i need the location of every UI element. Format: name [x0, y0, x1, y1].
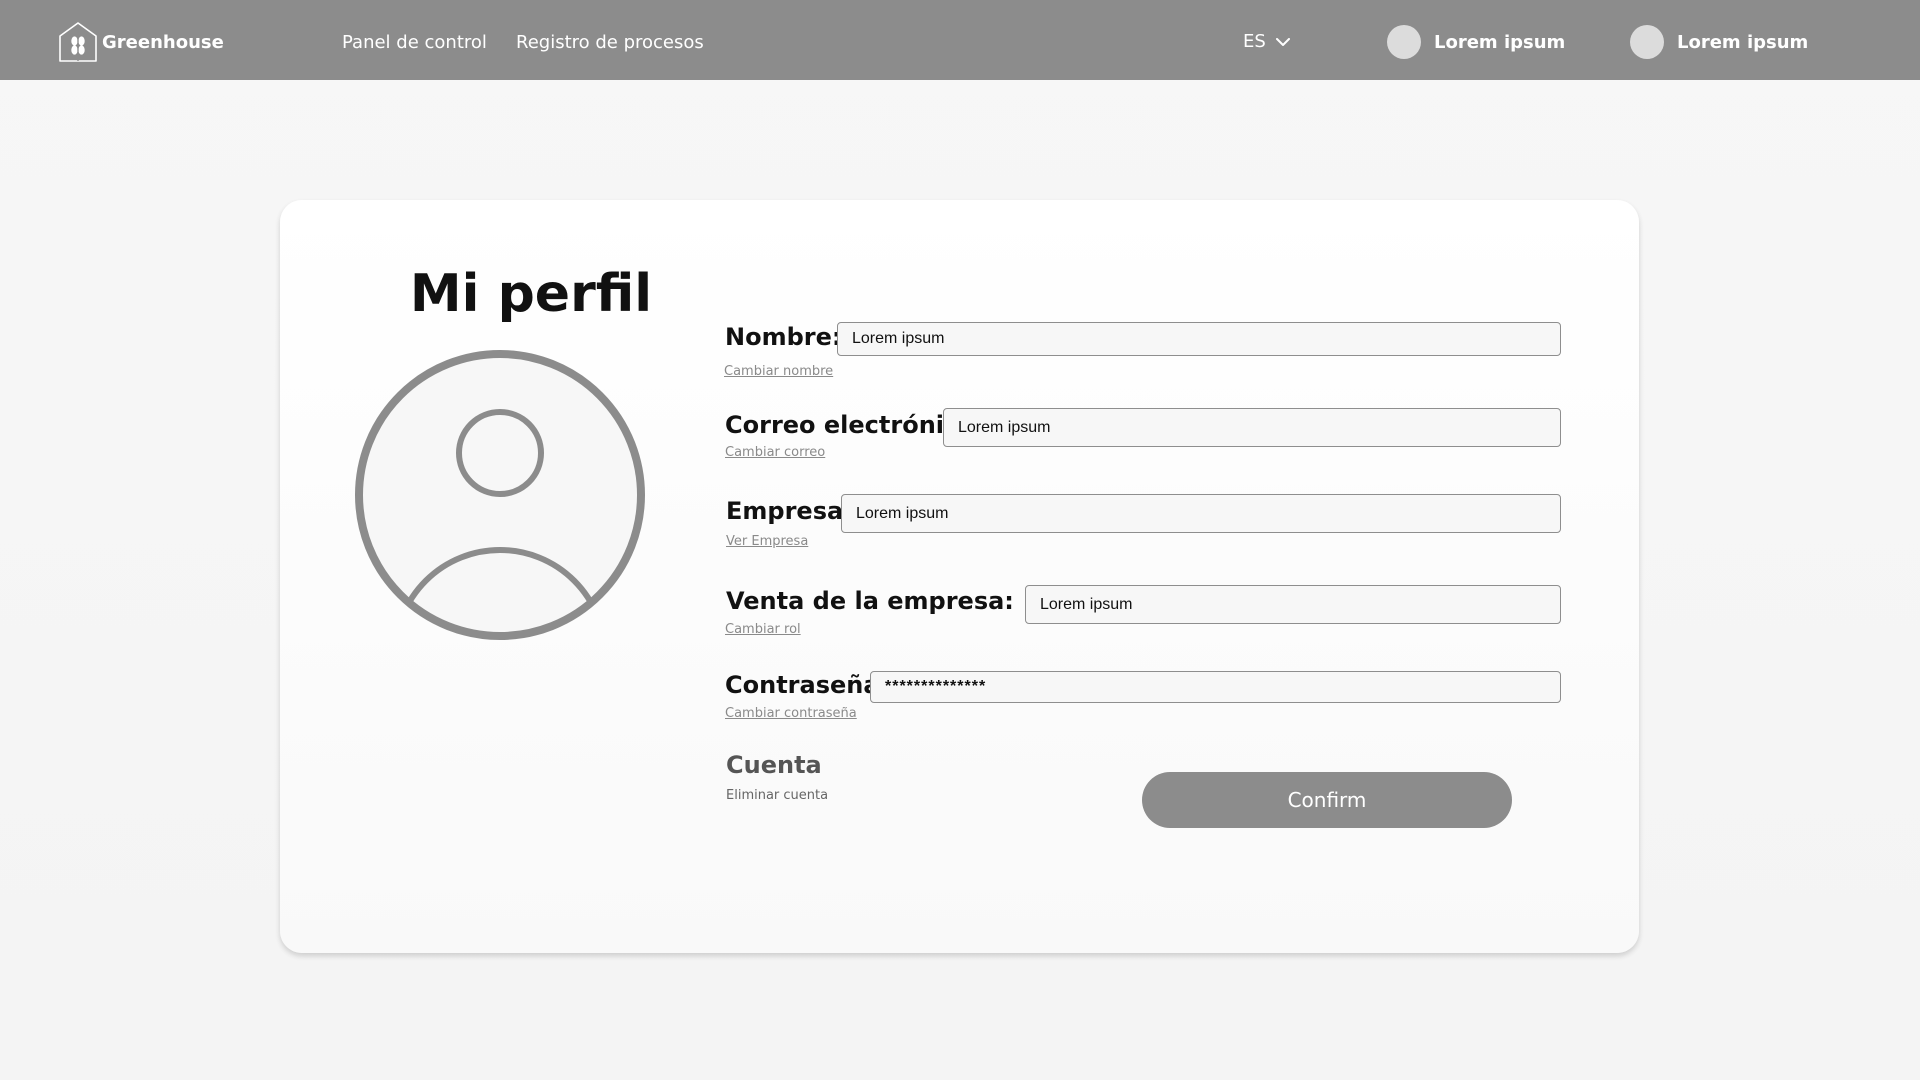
- profile-card: Mi perfil Nombre: Cambiar nombre Correo …: [280, 200, 1639, 953]
- account-section-title: Cuenta: [726, 751, 822, 779]
- greenhouse-logo-icon[interactable]: [58, 21, 98, 63]
- nav-item-registro-de-procesos[interactable]: Registro de procesos: [516, 32, 704, 54]
- nav-item-panel-de-control[interactable]: Panel de control: [342, 32, 487, 54]
- company-sales-field[interactable]: [1025, 585, 1561, 624]
- user-avatar-icon: [355, 350, 645, 640]
- user-menu-1[interactable]: Lorem ipsum: [1387, 25, 1565, 59]
- language-label: ES: [1243, 31, 1266, 52]
- user-name: Lorem ipsum: [1677, 31, 1809, 53]
- user-name: Lorem ipsum: [1434, 31, 1566, 53]
- company-sales-label: Venta de la empresa:: [726, 587, 1014, 615]
- delete-account-link[interactable]: Eliminar cuenta: [726, 788, 828, 804]
- chevron-down-icon: [1275, 37, 1290, 46]
- change-email-link[interactable]: Cambiar correo: [725, 445, 825, 461]
- app-name: Greenhouse: [102, 32, 224, 53]
- password-field[interactable]: [870, 671, 1561, 703]
- company-field[interactable]: [841, 494, 1561, 533]
- avatar: [1387, 25, 1421, 59]
- change-password-link[interactable]: Cambiar contraseña: [725, 706, 857, 722]
- confirm-button[interactable]: Confirm: [1142, 772, 1512, 828]
- user-menu-2[interactable]: Lorem ipsum: [1630, 25, 1808, 59]
- change-name-link[interactable]: Cambiar nombre: [724, 364, 833, 380]
- change-role-link[interactable]: Cambiar rol: [725, 622, 801, 638]
- company-label: Empresa:: [726, 497, 853, 525]
- email-field[interactable]: [943, 408, 1561, 447]
- name-label: Nombre:: [725, 323, 842, 351]
- password-label: Contraseña:: [725, 671, 890, 699]
- avatar: [1630, 25, 1664, 59]
- top-navigation-bar: Greenhouse Panel de control Registro de …: [0, 0, 1920, 80]
- view-company-link[interactable]: Ver Empresa: [726, 534, 808, 550]
- page-title: Mi perfil: [409, 264, 653, 324]
- name-field[interactable]: [837, 322, 1561, 356]
- language-selector[interactable]: ES: [1243, 31, 1290, 53]
